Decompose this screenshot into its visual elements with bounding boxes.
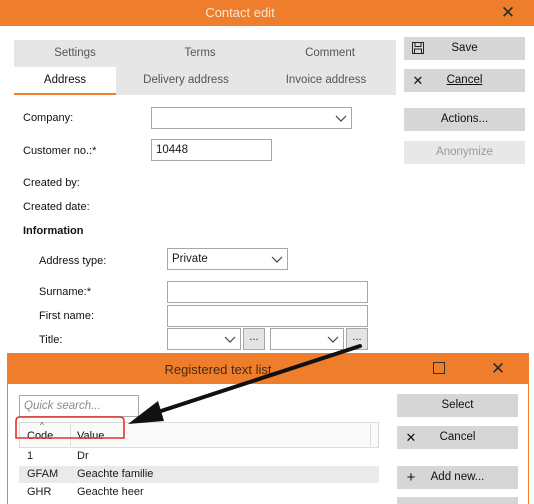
highlight-box xyxy=(15,416,125,439)
annotation-arrow-shaft xyxy=(156,344,362,414)
annotation-arrow-head xyxy=(128,401,164,424)
annotation-overlay xyxy=(15,344,362,439)
